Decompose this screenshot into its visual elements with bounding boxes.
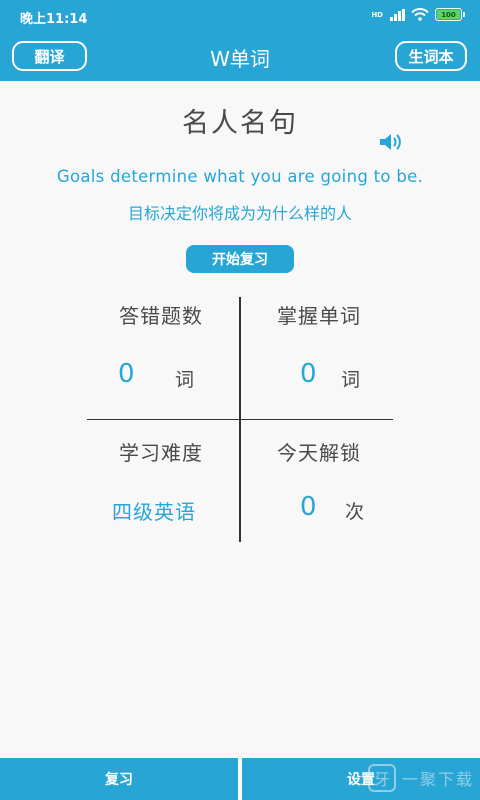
status-icons: HD 100 [371,8,465,21]
mastered-words-value: 0 [300,359,317,389]
bottom-bar: 复习 设置 牙 一聚下载 [0,758,480,800]
status-time: 晚上11:14 [20,12,88,27]
watermark-logo: 牙 [367,764,396,792]
unlock-today-unit: 次 [345,501,365,523]
quote-chinese: 目标决定你将成为为什么样的人 [127,204,352,223]
wifi-icon [411,8,429,21]
speaker-icon[interactable] [378,131,404,153]
battery-icon: 100 [435,8,465,21]
grid-divider-horizontal [87,419,393,420]
network-type: HD [371,10,383,19]
unlock-today-label: 今天解锁 [277,441,361,465]
quote-english: Goals determine what you are going to be… [56,167,424,186]
wrong-count-label: 答错题数 [119,304,203,328]
difficulty-value[interactable]: 四级英语 [112,496,196,525]
signal-icon [390,8,405,21]
unlock-today-value: 0 [300,492,317,522]
status-bar: 晚上11:14 HD 100 [0,0,480,31]
watermark: 牙 一聚下载 [367,764,474,792]
wrong-count-unit: 词 [175,369,195,391]
mastered-words-label: 掌握单词 [277,304,361,328]
review-tab-button[interactable]: 复习 [0,758,238,800]
battery-level: 100 [437,10,460,19]
start-review-button[interactable]: 开始复习 [186,245,294,273]
main-content: 名人名句 Goals determine what you are going … [0,81,480,758]
difficulty-label: 学习难度 [119,441,203,465]
nav-bar: 翻译 W单词 生词本 [0,31,480,81]
watermark-text: 一聚下载 [401,770,474,789]
quote-title: 名人名句 [182,108,298,139]
vocabulary-book-button[interactable]: 生词本 [395,41,467,71]
wrong-count-value: 0 [118,359,135,389]
mastered-words-unit: 词 [341,369,361,391]
